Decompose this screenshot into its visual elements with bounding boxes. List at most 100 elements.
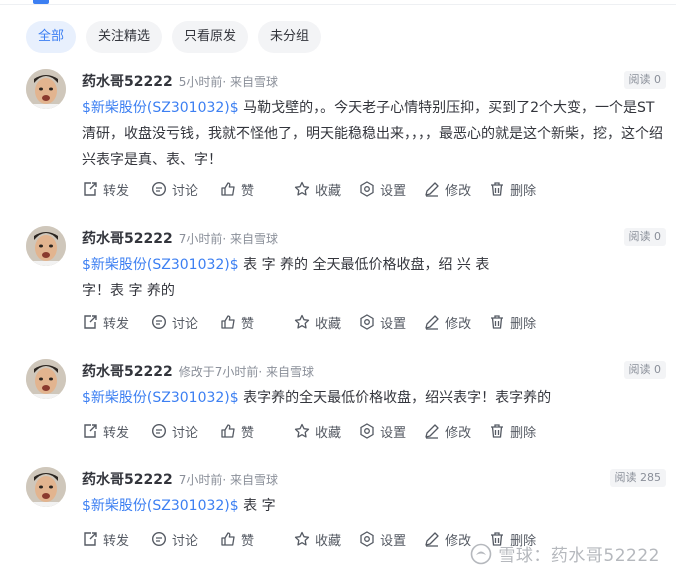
comment-icon [152,531,167,547]
avatar[interactable] [26,69,66,109]
post-meta: 药水哥52222 5小时前· 来自雪球 [82,71,278,91]
post-body: $新柴股份(SZ301032)$ 马勒戈壁的，。今天老子心情特别压抑，买到了2个… [82,95,667,173]
star-icon [294,423,310,438]
pencil-icon [425,424,439,439]
snowball-logo-icon [471,543,492,564]
share-icon [84,182,97,196]
pencil-icon [425,182,439,197]
post-text: 表 字 [238,498,276,514]
share-icon [84,532,97,546]
repost-button[interactable]: 转发 [82,421,129,441]
post-meta: 药水哥52222 7小时前· 来自雪球 [82,228,278,248]
post-item: 药水哥52222 7小时前· 来自雪球 阅读 0 $新柴股份(SZ301032)$… [0,226,676,341]
post-time[interactable]: 修改于7小时前· 来自雪球 [179,365,314,379]
comment-button[interactable]: 讨论 [151,529,198,549]
post-body: $新柴股份(SZ301032)$ 表 字 养的 全天最低价格收盘，绍 兴 表 字… [82,252,492,304]
gear-icon [360,181,374,197]
filter-tabs: 全部 关注精选 只看原发 未分组 [26,21,322,53]
read-count: 阅读 285 [609,469,666,487]
post-meta: 药水哥52222 修改于7小时前· 来自雪球 [82,361,314,381]
avatar[interactable] [26,359,66,399]
post-actions: 转发 讨论 赞 收藏 设置 修改 删除 [82,529,536,549]
favorite-button[interactable]: 收藏 [294,179,341,199]
author-name[interactable]: 药水哥52222 [82,231,173,247]
edit-button[interactable]: 修改 [424,421,471,441]
favorite-button[interactable]: 收藏 [294,529,341,549]
settings-button[interactable]: 设置 [359,312,406,332]
share-icon [84,424,97,438]
settings-button[interactable]: 设置 [359,529,406,549]
star-icon [294,181,310,196]
comment-button[interactable]: 讨论 [151,179,198,199]
watermark: 雪球：药水哥52222 [470,541,660,566]
star-icon [294,314,310,329]
post-time[interactable]: 7小时前· 来自雪球 [179,232,278,246]
post-time[interactable]: 5小时前· 来自雪球 [179,75,278,89]
repost-button[interactable]: 转发 [82,529,129,549]
active-section-indicator [33,0,49,4]
pencil-icon [425,532,439,547]
stock-link[interactable]: $新柴股份(SZ301032)$ [82,100,239,116]
like-button[interactable]: 赞 [220,179,254,199]
author-name[interactable]: 药水哥52222 [82,74,173,90]
thumbs-up-icon [221,182,235,196]
post-time[interactable]: 7小时前· 来自雪球 [179,473,278,487]
avatar[interactable] [26,467,66,507]
author-name[interactable]: 药水哥52222 [82,364,173,380]
edit-button[interactable]: 修改 [424,179,471,199]
post-meta: 药水哥52222 7小时前· 来自雪球 [82,469,278,489]
gear-icon [360,531,374,547]
tab-all[interactable]: 全部 [26,21,77,53]
post-body: $新柴股份(SZ301032)$ 表字养的全天最低价格收盘，绍兴表字！表字养的 [82,385,667,411]
edit-button[interactable]: 修改 [424,529,471,549]
like-button[interactable]: 赞 [220,312,254,332]
delete-button[interactable]: 删除 [489,421,536,441]
favorite-button[interactable]: 收藏 [294,312,341,332]
settings-button[interactable]: 设置 [359,421,406,441]
gear-icon [360,314,374,330]
top-rule [0,0,676,5]
repost-button[interactable]: 转发 [82,179,129,199]
edit-button[interactable]: 修改 [424,312,471,332]
comment-icon [152,181,167,197]
post-actions: 转发 讨论 赞 收藏 设置 修改 删除 [82,421,536,441]
author-name[interactable]: 药水哥52222 [82,472,173,488]
stock-link[interactable]: $新柴股份(SZ301032)$ [82,390,239,406]
post-item: 药水哥52222 修改于7小时前· 来自雪球 阅读 0 $新柴股份(SZ30103… [0,359,676,449]
delete-button[interactable]: 删除 [489,312,536,332]
delete-button[interactable]: 删除 [489,179,536,199]
repost-button[interactable]: 转发 [82,312,129,332]
settings-button[interactable]: 设置 [359,179,406,199]
pencil-icon [425,315,439,330]
trash-icon [491,315,504,329]
like-button[interactable]: 赞 [220,421,254,441]
thumbs-up-icon [221,315,235,329]
read-count: 阅读 0 [623,228,666,246]
tab-following-picks[interactable]: 关注精选 [86,21,163,53]
thumbs-up-icon [221,424,235,438]
read-count: 阅读 0 [623,71,666,89]
post-body: $新柴股份(SZ301032)$ 表 字 [82,493,667,519]
gear-icon [360,423,374,439]
comment-button[interactable]: 讨论 [151,421,198,441]
comment-button[interactable]: 讨论 [151,312,198,332]
post-item: 药水哥52222 5小时前· 来自雪球 阅读 0 $新柴股份(SZ301032)$… [0,69,676,209]
trash-icon [491,182,504,196]
comment-icon [152,423,167,439]
post-text: 表字养的全天最低价格收盘，绍兴表字！表字养的 [238,390,552,406]
comment-icon [152,314,167,330]
trash-icon [491,424,504,438]
thumbs-up-icon [221,532,235,546]
stock-link[interactable]: $新柴股份(SZ301032)$ [82,257,239,273]
stock-link[interactable]: $新柴股份(SZ301032)$ [82,498,239,514]
tab-ungrouped[interactable]: 未分组 [258,21,322,53]
share-icon [84,315,97,329]
read-count: 阅读 0 [623,361,666,379]
like-button[interactable]: 赞 [220,529,254,549]
post-actions: 转发 讨论 赞 收藏 设置 修改 删除 [82,179,536,199]
tab-original-only[interactable]: 只看原发 [172,21,249,53]
star-icon [294,531,310,546]
avatar[interactable] [26,226,66,266]
favorite-button[interactable]: 收藏 [294,421,341,441]
post-actions: 转发 讨论 赞 收藏 设置 修改 删除 [82,312,536,332]
